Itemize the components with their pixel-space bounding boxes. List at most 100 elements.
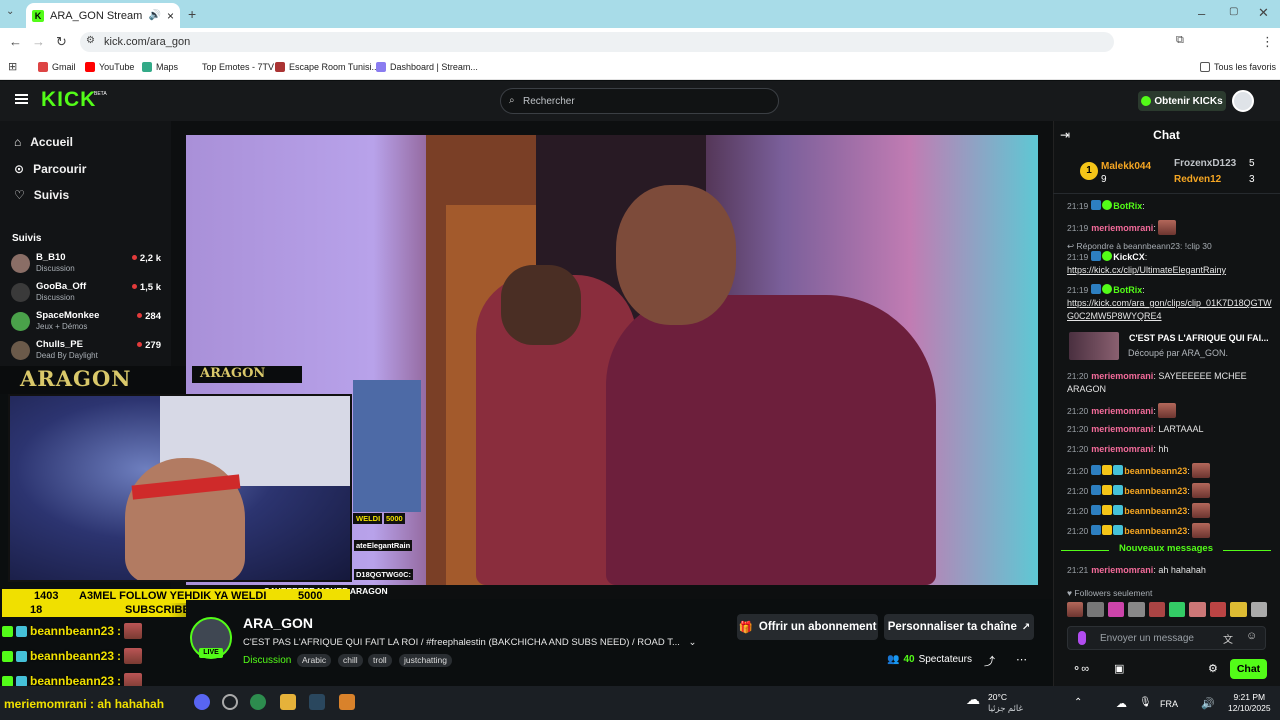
forward-icon[interactable]: →	[32, 34, 45, 49]
emote-option[interactable]	[1189, 602, 1206, 617]
browser-tab[interactable]: K ARA_GON Stream - Watch 🔊 ×	[26, 3, 180, 28]
home-icon: ⌂	[14, 135, 22, 149]
chat-leaderboard: 1 Malekk044 9 FrozenxD123 5 Redven12 3	[1053, 152, 1280, 194]
onedrive-icon[interactable]: ☁	[1116, 697, 1127, 710]
emote-option[interactable]	[1209, 602, 1227, 617]
stream-tag[interactable]: justchatting	[399, 654, 452, 667]
mic-tray-icon[interactable]: 🎙	[1139, 697, 1152, 708]
chat-message: 21:19 BotRix: https://kick.com/ara_gon/cli…	[1067, 284, 1272, 321]
bookmark-gmail[interactable]: Gmail	[38, 62, 76, 72]
site-info-icon[interactable]: ⚙	[86, 35, 95, 46]
kick-logo[interactable]: KICK	[41, 88, 96, 112]
emote-option[interactable]	[1169, 602, 1186, 617]
chat-message-input[interactable]: Envoyer un message 文 ☺	[1067, 626, 1266, 650]
translate-icon[interactable]: 文	[1223, 631, 1233, 646]
emote-option[interactable]	[1148, 602, 1166, 617]
tab-title: ARA_GON Stream - Watch	[50, 9, 143, 22]
mic-icon[interactable]	[1078, 631, 1086, 645]
chevron-up-icon[interactable]: ⌃	[1074, 697, 1082, 708]
followed-channel[interactable]: B_B10 Discussion 2,2 k	[11, 252, 161, 278]
all-bookmarks[interactable]: Tous les favoris	[1200, 62, 1276, 72]
heart-icon: ♡	[14, 188, 25, 202]
chat-settings-icon[interactable]: ⚙	[1208, 662, 1218, 675]
badge-icon	[1091, 465, 1102, 475]
steam-icon[interactable]	[309, 694, 325, 710]
extensions-icon[interactable]: ⧉	[1176, 34, 1184, 47]
chat-message: 21:20 beannbeann23:	[1067, 463, 1272, 478]
windows-taskbar	[0, 686, 1280, 720]
bookmark-dashboard[interactable]: Dashboard | Stream...	[376, 62, 478, 72]
address-bar[interactable]: ⚙ kick.com/ara_gon	[80, 32, 1114, 52]
user-avatar[interactable]	[1232, 90, 1254, 112]
kicks-icon[interactable]: ⚬∞	[1072, 662, 1089, 675]
crown-icon	[1102, 525, 1113, 535]
chevron-down-icon[interactable]: ⌄	[689, 637, 697, 648]
customize-channel-button[interactable]: Personnaliser ta chaîne ↗	[884, 614, 1034, 640]
emote-option[interactable]	[1087, 602, 1104, 617]
nav-browse[interactable]: ⊙ Parcourir	[14, 162, 86, 176]
stream-tag[interactable]: troll	[368, 654, 392, 667]
search-bar[interactable]: ⌕ Rechercher	[500, 88, 779, 114]
app-icon[interactable]	[222, 694, 238, 710]
chat-link[interactable]: https://kick.cx/clip/UltimateElegantRain…	[1067, 265, 1226, 275]
chat-title: Chat	[1153, 128, 1180, 142]
emote-option[interactable]	[1067, 602, 1084, 617]
share-icon[interactable]: ⤴	[984, 653, 995, 669]
emoji-icon[interactable]: ☺	[1246, 630, 1257, 642]
get-kicks-button[interactable]: Obtenir KICKs	[1138, 91, 1226, 111]
menu-icon[interactable]: ⋮	[1261, 34, 1274, 50]
nav-following[interactable]: ♡ Suivis	[14, 188, 69, 202]
emote-option[interactable]	[1250, 602, 1268, 617]
maximize-icon[interactable]: ▢	[1229, 6, 1238, 17]
new-messages-divider: Nouveaux messages	[1061, 543, 1271, 557]
chat-emote	[1192, 523, 1211, 538]
followed-channel[interactable]: GooBa_Off Discussion 1,5 k	[11, 281, 161, 307]
emote-option[interactable]	[1128, 602, 1145, 617]
bookmark-escape-room[interactable]: Escape Room Tunisi...	[275, 62, 379, 72]
audio-icon[interactable]: 🔊	[149, 10, 161, 21]
bookmark-youtube[interactable]: YouTube	[85, 62, 134, 72]
stream-category[interactable]: Discussion	[243, 655, 291, 666]
minimize-icon[interactable]: –	[1198, 6, 1205, 21]
volume-icon[interactable]: 🔊	[1201, 697, 1215, 710]
new-tab-icon[interactable]: +	[188, 6, 196, 22]
chat-link[interactable]: https://kick.com/ara_gon/clips/clip_01K7…	[1067, 298, 1272, 321]
nav-home[interactable]: ⌂ Accueil	[14, 135, 73, 149]
verified-badge-icon	[2, 650, 13, 662]
badge-icon	[1091, 505, 1102, 515]
file-explorer-icon[interactable]	[280, 694, 296, 710]
more-options-icon[interactable]: ⋯	[1016, 653, 1027, 666]
emote-option[interactable]	[1107, 602, 1125, 617]
followed-channel[interactable]: SpaceMonkee Jeux + Démos 284	[11, 310, 161, 336]
discord-icon[interactable]	[194, 694, 210, 710]
overlay-last-chat: meriemomrani : ah hahahah	[4, 697, 165, 711]
app-orange-icon[interactable]	[339, 694, 355, 710]
chat-message: 21:20 meriemomrani: LARTAAAL	[1067, 424, 1204, 434]
followed-channel[interactable]: Chulls_PE Dead By Daylight 279	[11, 339, 161, 365]
language-indicator[interactable]: FRA	[1160, 699, 1178, 709]
badge-icon	[1091, 485, 1102, 495]
clip-card[interactable]: C'EST PAS L'AFRIQUE QUI FAI... Découpé p…	[1067, 330, 1272, 362]
close-window-icon[interactable]: ✕	[1258, 5, 1269, 21]
chat-message: 21:19 meriemomrani:	[1067, 220, 1272, 235]
gift-sub-button[interactable]: 🎁 Offrir un abonnement	[737, 614, 878, 640]
heart-icon: ♥	[1067, 588, 1073, 598]
store-icon[interactable]: ▣	[1114, 662, 1124, 675]
emote-option[interactable]	[1230, 602, 1247, 617]
close-tab-icon[interactable]: ×	[167, 9, 174, 23]
viewers-icon: 👥	[887, 654, 900, 665]
taskbar-clock[interactable]: 9:21 PM 12/10/2025	[1228, 692, 1271, 714]
chat-emote	[1192, 483, 1211, 498]
stream-tag[interactable]: chill	[338, 654, 363, 667]
send-chat-button[interactable]: Chat	[1230, 659, 1267, 679]
tab-search-icon[interactable]: ⌄	[6, 6, 14, 17]
stream-tag[interactable]: Arabic	[297, 654, 332, 667]
reload-icon[interactable]: ↻	[56, 34, 67, 50]
bookmark-maps[interactable]: Maps	[142, 62, 178, 72]
apps-icon[interactable]: ⊞	[8, 60, 17, 73]
bookmark-7tv[interactable]: Top Emotes - 7TV	[188, 62, 274, 72]
back-icon[interactable]: ←	[9, 34, 22, 49]
chrome-icon[interactable]	[250, 694, 266, 710]
weather-widget[interactable]: ☁ 20°C غائم جزئيا	[966, 692, 1023, 714]
channel-name[interactable]: ARA_GON	[243, 615, 313, 631]
